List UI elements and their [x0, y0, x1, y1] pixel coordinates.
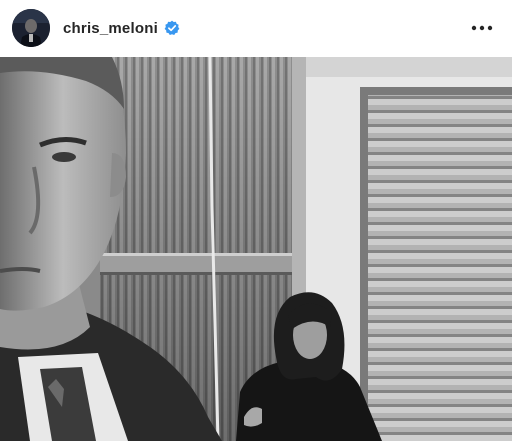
more-options-button[interactable]	[468, 14, 496, 42]
selfie-photo-image	[0, 57, 512, 441]
post-header: chris_meloni	[0, 0, 512, 56]
verified-badge-icon	[164, 20, 180, 36]
more-horizontal-icon	[471, 25, 493, 31]
post-photo[interactable]	[0, 57, 512, 441]
instagram-post: chris_meloni	[0, 0, 512, 441]
username-link[interactable]: chris_meloni	[63, 20, 158, 37]
profile-avatar[interactable]	[12, 9, 50, 47]
avatar-image	[12, 9, 50, 47]
